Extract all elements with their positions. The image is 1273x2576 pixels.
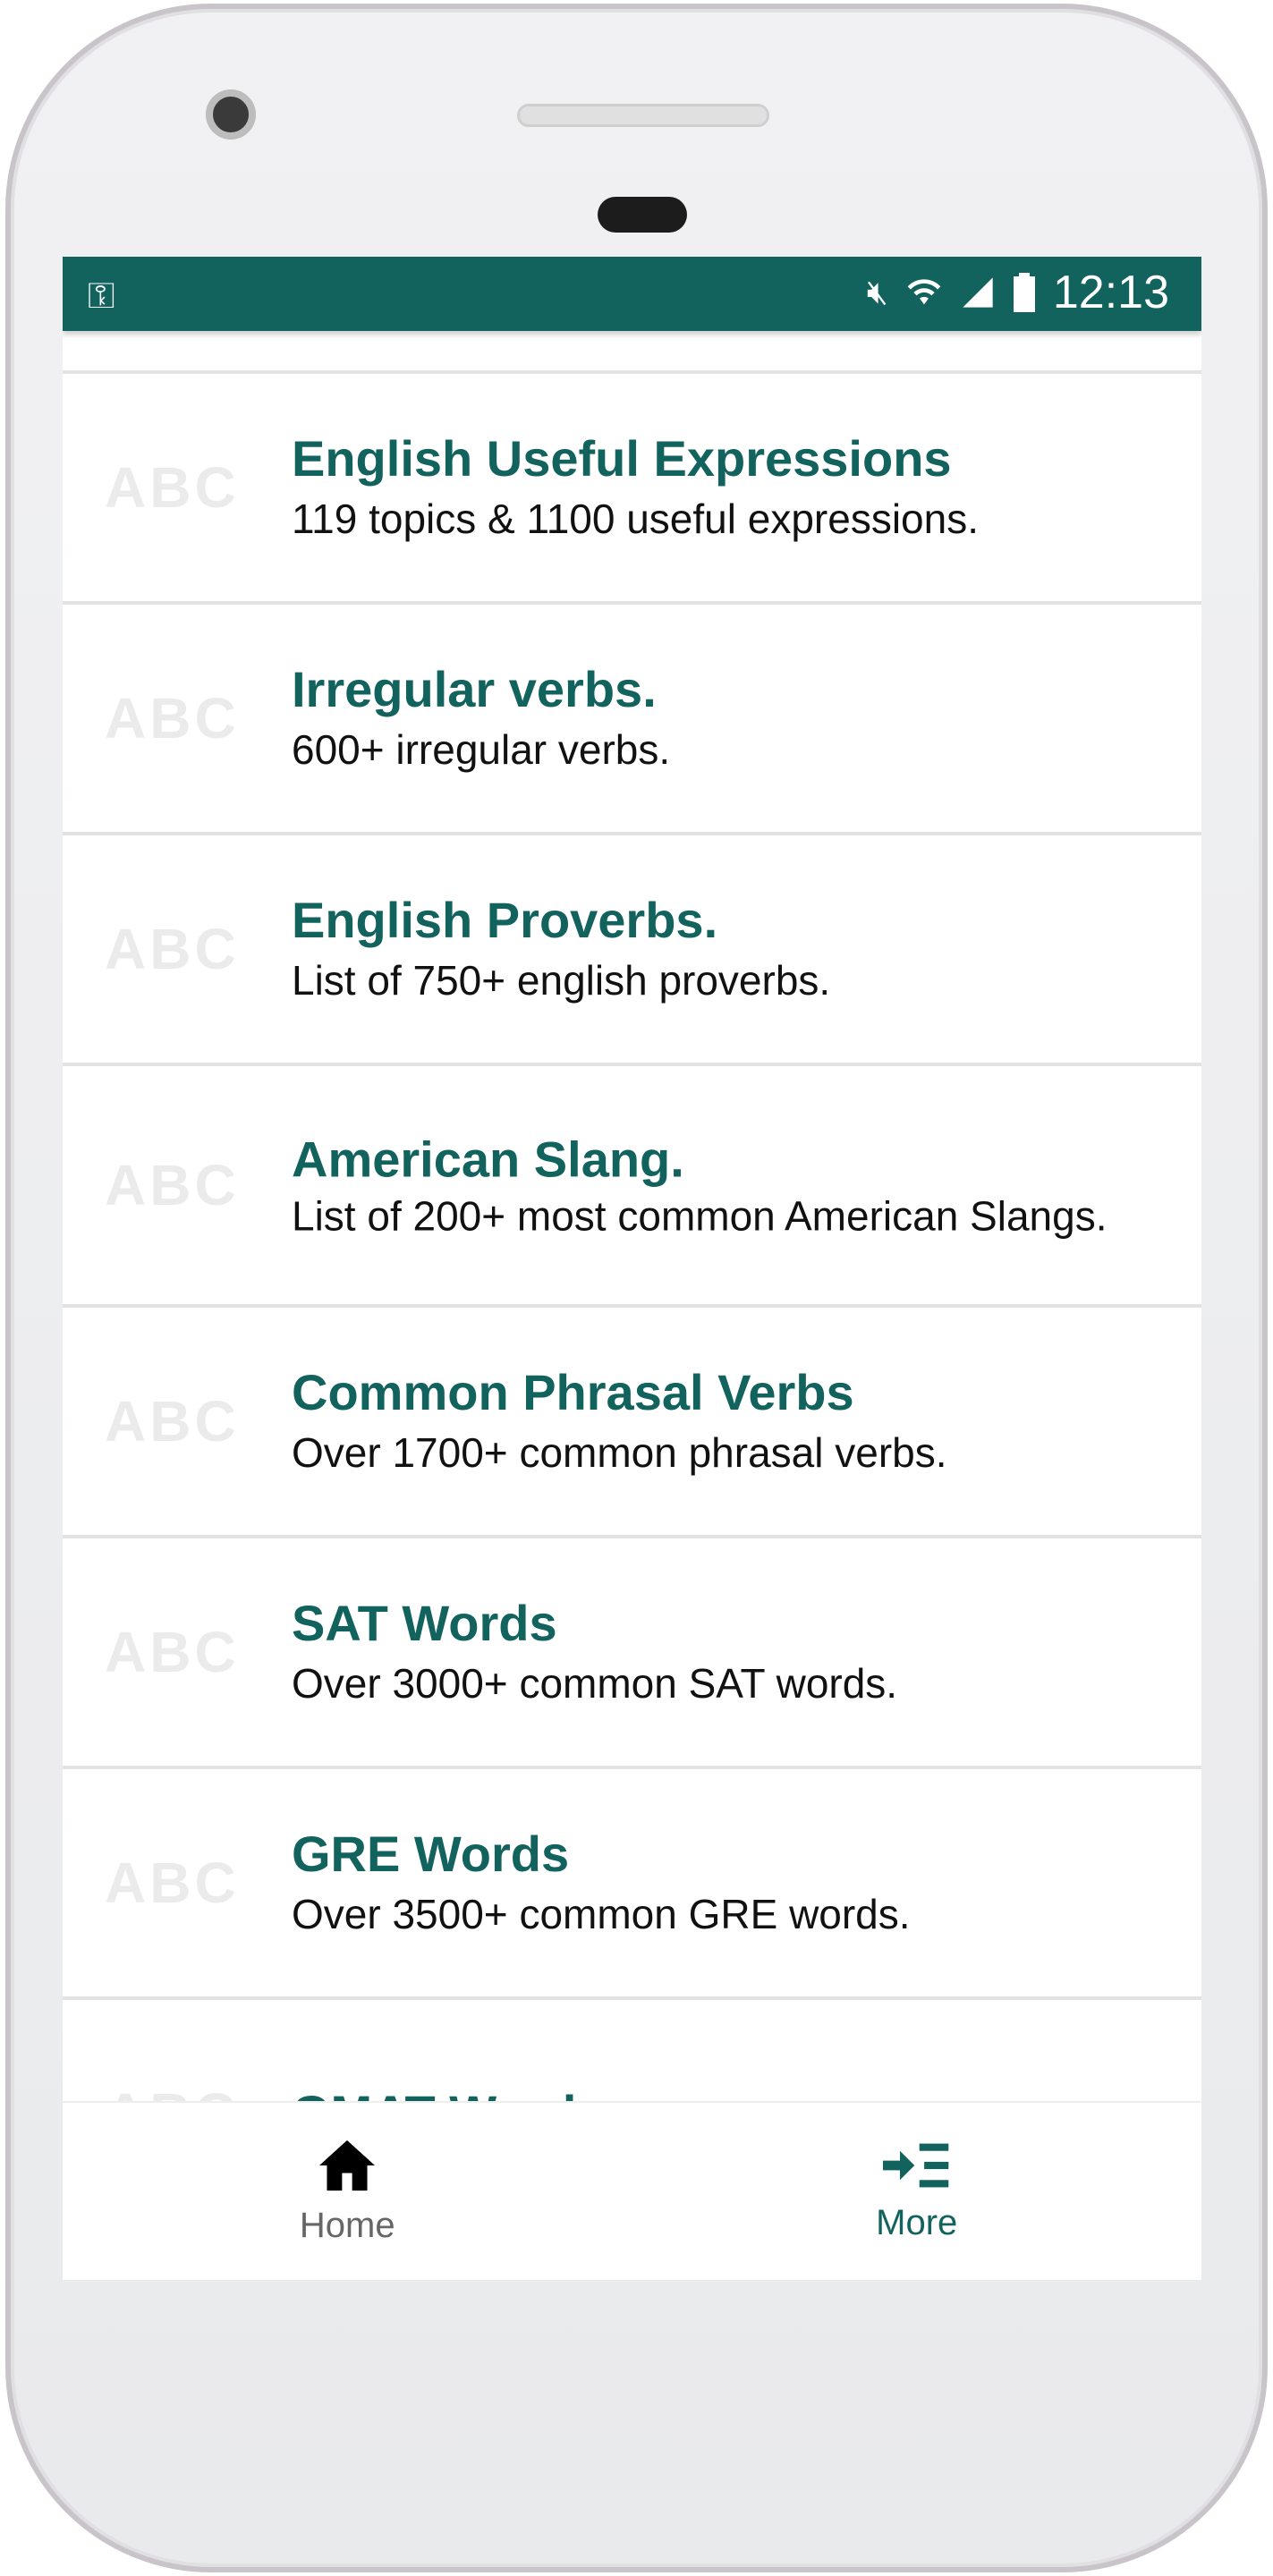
proximity-sensor	[598, 197, 687, 233]
item-title: American Slang.	[292, 1131, 684, 1188]
front-camera	[206, 89, 256, 140]
speaker-grille	[517, 104, 769, 127]
list-item[interactable]: ABC English Proverbs. List of 750+ english…	[63, 835, 1201, 1066]
item-title: SAT Words	[292, 1594, 557, 1651]
list-item[interactable]: ABC American Slang. List of 200+ most comm…	[63, 1066, 1201, 1308]
item-subtitle: Over 3000+ common SAT words.	[292, 1659, 898, 1707]
list-item[interactable]: ABC GRE Words Over 3500+ common GRE words.	[63, 1769, 1201, 2000]
bottom-navigation: Home More	[63, 2101, 1201, 2280]
nav-home-label: Home	[299, 2205, 395, 2245]
abc-icon: ABC	[105, 1153, 240, 1217]
battery-icon	[1013, 273, 1035, 312]
item-title: GRE Words	[292, 1825, 570, 1882]
screen: ⚿ 🔇︎ 12:13 ABC English Useful Expressions…	[63, 257, 1201, 2280]
vpn-key-icon: ⚿	[88, 276, 115, 316]
item-title: Common Phrasal Verbs	[292, 1363, 854, 1420]
list-item-partial	[63, 331, 1201, 374]
nav-more-label: More	[876, 2202, 958, 2242]
list-item[interactable]: ABC Irregular verbs. 600+ irregular verbs.	[63, 605, 1201, 835]
list-item[interactable]: ABC Common Phrasal Verbs Over 1700+ common…	[63, 1308, 1201, 1538]
item-subtitle: Over 3500+ common GRE words.	[292, 1890, 911, 1937]
signal-icon	[963, 277, 993, 308]
topic-list[interactable]: ABC English Useful Expressions 119 topics …	[63, 331, 1201, 2231]
item-subtitle: 119 topics & 1100 useful expressions.	[292, 495, 979, 542]
item-title: English Useful Expressions	[292, 429, 952, 487]
item-subtitle: Over 1700+ common phrasal verbs.	[292, 1428, 947, 1476]
item-subtitle: List of 750+ english proverbs.	[292, 956, 831, 1004]
list-item[interactable]: ABC English Useful Expressions 119 topics …	[63, 374, 1201, 605]
item-subtitle: 600+ irregular verbs.	[292, 725, 671, 773]
more-list-icon	[882, 2143, 949, 2187]
item-title: Irregular verbs.	[292, 660, 657, 717]
nav-more[interactable]: More	[632, 2103, 1202, 2280]
status-bar: ⚿ 🔇︎ 12:13	[63, 257, 1201, 331]
wifi-icon	[907, 279, 941, 305]
item-subtitle: List of 200+ most common American Slangs…	[292, 1192, 1108, 1240]
mute-icon: 🔇︎	[866, 273, 888, 311]
item-title: English Proverbs.	[292, 891, 718, 948]
abc-icon: ABC	[105, 917, 240, 981]
abc-icon: ABC	[105, 686, 240, 750]
abc-icon: ABC	[105, 1851, 240, 1915]
home-icon	[319, 2140, 376, 2190]
abc-icon: ABC	[105, 455, 240, 520]
list-item[interactable]: ABC SAT Words Over 3000+ common SAT words.	[63, 1538, 1201, 1769]
abc-icon: ABC	[105, 1389, 240, 1453]
nav-home[interactable]: Home	[63, 2103, 632, 2280]
abc-icon: ABC	[105, 1620, 240, 1684]
clock: 12:13	[1052, 267, 1169, 318]
